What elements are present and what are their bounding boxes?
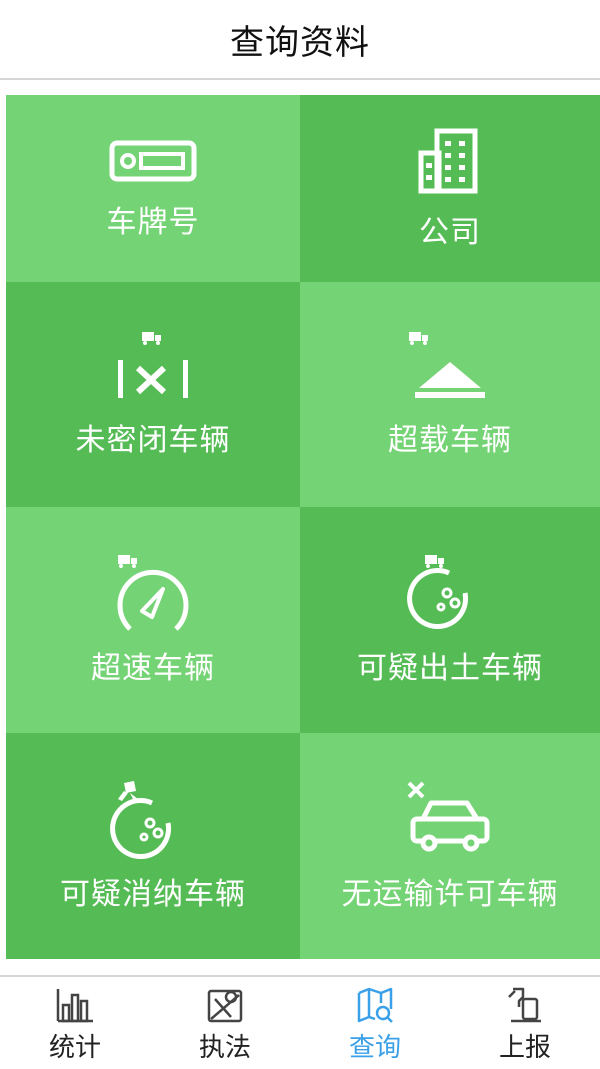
tab-label: 查询: [348, 1033, 401, 1063]
tile-label: 未密闭车辆: [75, 423, 231, 458]
tab-statistics[interactable]: 统计: [0, 977, 150, 1069]
tile-label: 公司: [419, 214, 481, 250]
tab-label: 上报: [498, 1033, 551, 1063]
tile-label: 可疑出土车辆: [357, 651, 543, 686]
tile-label: 车牌号: [106, 204, 200, 240]
tab-enforcement[interactable]: 执法: [150, 977, 300, 1069]
tile-no-permit-vehicle[interactable]: 无运输许可车辆: [300, 733, 600, 959]
tile-label: 无运输许可车辆: [341, 877, 559, 912]
unsealed-truck-icon: [118, 332, 188, 398]
soil-truck-icon: [407, 555, 469, 630]
tab-report[interactable]: 上报: [450, 977, 600, 1069]
tile-company[interactable]: 公司: [300, 95, 600, 282]
bottom-tab-bar: 统计 执法 查询 上报: [0, 975, 600, 1069]
app-header: 查询资料: [0, 0, 600, 80]
tile-speeding-vehicle[interactable]: 超速车辆: [6, 507, 300, 733]
tile-label: 超载车辆: [388, 423, 512, 458]
search-map-icon: [357, 987, 393, 1023]
license-plate-icon: [109, 140, 197, 181]
no-permit-car-icon: [407, 781, 490, 852]
tile-label: 超速车辆: [91, 651, 215, 686]
tab-query[interactable]: 查询: [300, 977, 450, 1069]
bar-chart-icon: [56, 989, 93, 1023]
tab-label: 执法: [198, 1033, 251, 1063]
tile-license-plate[interactable]: 车牌号: [6, 95, 300, 282]
report-icon: [508, 987, 541, 1023]
tile-suspicious-disposal-vehicle[interactable]: 可疑消纳车辆: [6, 733, 300, 959]
query-grid: 车牌号 公司 未密闭车辆 超载车辆 超速车辆 可疑出土车辆 可疑消纳车辆 无运输…: [6, 95, 600, 959]
building-icon: [418, 128, 478, 193]
tile-suspicious-soil-vehicle[interactable]: 可疑出土车辆: [300, 507, 600, 733]
tab-label: 统计: [48, 1033, 101, 1063]
tile-label: 可疑消纳车辆: [60, 877, 246, 912]
overload-icon: [409, 332, 485, 398]
map-pin-icon: [207, 989, 243, 1023]
disposal-icon: [110, 781, 172, 859]
speedometer-icon: [117, 555, 189, 631]
page-title: 查询资料: [230, 22, 370, 63]
tile-unsealed-vehicle[interactable]: 未密闭车辆: [6, 282, 300, 507]
tile-overloaded-vehicle[interactable]: 超载车辆: [300, 282, 600, 507]
